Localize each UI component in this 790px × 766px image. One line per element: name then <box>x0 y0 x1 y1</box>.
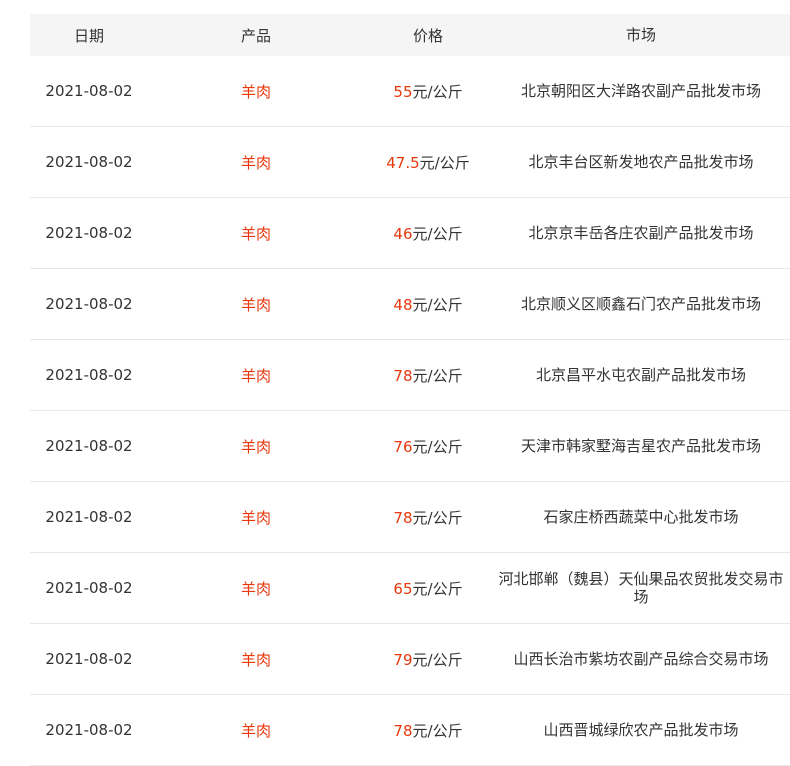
cell-product: 羊肉 <box>240 82 271 101</box>
price-unit: 元/公斤 <box>412 650 463 669</box>
cell-product: 羊肉 <box>240 508 271 527</box>
price-value: 79 <box>393 650 413 669</box>
price-unit: 元/公斤 <box>412 295 463 314</box>
cell-price: 65元/公斤 <box>364 578 492 599</box>
cell-market: 北京昌平水屯农副产品批发市场 <box>535 366 746 384</box>
price-value: 55 <box>393 82 413 101</box>
cell-date: 2021-08-02 <box>45 82 133 100</box>
cell-market: 山西晋城绿欣农产品批发市场 <box>543 721 739 739</box>
cell-product: 羊肉 <box>240 437 271 456</box>
cell-product: 羊肉 <box>240 295 271 314</box>
cell-product: 羊肉 <box>240 650 271 669</box>
cell-date: 2021-08-02 <box>45 153 133 171</box>
price-value: 47.5 <box>386 153 420 172</box>
cell-market: 河北邯郸（魏县）天仙果品农贸批发交易市场 <box>498 570 784 606</box>
price-unit: 元/公斤 <box>412 437 463 456</box>
cell-date: 2021-08-02 <box>45 437 133 455</box>
price-unit: 元/公斤 <box>412 508 463 527</box>
table-row: 2021-08-02 羊肉 78元/公斤 北京昌平水屯农副产品批发市场 <box>30 340 790 411</box>
price-unit: 元/公斤 <box>412 82 463 101</box>
header-date: 日期 <box>73 26 104 45</box>
cell-market: 北京顺义区顺鑫石门农产品批发市场 <box>520 295 761 313</box>
cell-price: 76元/公斤 <box>364 436 492 457</box>
cell-date: 2021-08-02 <box>45 295 133 313</box>
price-unit: 元/公斤 <box>412 721 463 740</box>
cell-product: 羊肉 <box>240 153 271 172</box>
price-unit: 元/公斤 <box>412 579 463 598</box>
price-value: 76 <box>393 437 413 456</box>
table-row: 2021-08-02 羊肉 78元/公斤 石家庄桥西蔬菜中心批发市场 <box>30 482 790 553</box>
table-row: 2021-08-02 羊肉 48元/公斤 北京顺义区顺鑫石门农产品批发市场 <box>30 269 790 340</box>
table-row: 2021-08-02 羊肉 65元/公斤 河北邯郸（魏县）天仙果品农贸批发交易市场 <box>30 553 790 624</box>
table-row: 2021-08-02 羊肉 79元/公斤 山西长治市紫坊农副产品综合交易市场 <box>30 624 790 695</box>
table-row: 2021-08-02 羊肉 46元/公斤 北京京丰岳各庄农副产品批发市场 <box>30 198 790 269</box>
price-value: 78 <box>393 366 413 385</box>
cell-date: 2021-08-02 <box>45 508 133 526</box>
header-product: 产品 <box>240 26 271 45</box>
price-value: 46 <box>393 224 413 243</box>
table-row: 2021-08-02 羊肉 55元/公斤 北京朝阳区大洋路农副产品批发市场 <box>30 56 790 127</box>
cell-price: 78元/公斤 <box>364 507 492 528</box>
header-price: 价格 <box>412 26 443 45</box>
price-unit: 元/公斤 <box>419 153 470 172</box>
price-unit: 元/公斤 <box>412 224 463 243</box>
cell-product: 羊肉 <box>240 721 271 740</box>
cell-product: 羊肉 <box>240 366 271 385</box>
cell-date: 2021-08-02 <box>45 650 133 668</box>
cell-product: 羊肉 <box>240 579 271 598</box>
cell-date: 2021-08-02 <box>45 366 133 384</box>
cell-product: 羊肉 <box>240 224 271 243</box>
price-value: 65 <box>393 579 413 598</box>
price-unit: 元/公斤 <box>412 366 463 385</box>
cell-market: 山西长治市紫坊农副产品综合交易市场 <box>513 650 769 668</box>
cell-price: 46元/公斤 <box>364 223 492 244</box>
cell-market: 北京朝阳区大洋路农副产品批发市场 <box>520 82 761 100</box>
table-row: 2021-08-02 羊肉 47.5元/公斤 北京丰台区新发地农产品批发市场 <box>30 127 790 198</box>
price-value: 78 <box>393 721 413 740</box>
price-value: 78 <box>393 508 413 527</box>
table-row: 2021-08-02 羊肉 76元/公斤 天津市韩家墅海吉星农产品批发市场 <box>30 411 790 482</box>
cell-price: 78元/公斤 <box>364 365 492 386</box>
cell-date: 2021-08-02 <box>45 224 133 242</box>
header-market: 市场 <box>625 26 656 44</box>
cell-market: 北京京丰岳各庄农副产品批发市场 <box>528 224 754 242</box>
cell-price: 47.5元/公斤 <box>364 152 492 173</box>
cell-price: 55元/公斤 <box>364 81 492 102</box>
cell-market: 天津市韩家墅海吉星农产品批发市场 <box>520 437 761 455</box>
cell-price: 79元/公斤 <box>364 649 492 670</box>
table-row: 2021-08-02 羊肉 78元/公斤 山西晋城绿欣农产品批发市场 <box>30 695 790 766</box>
price-table: 日期 产品 价格 市场 2021-08-02 羊肉 55元/公斤 北京朝阳区大洋路农副… <box>30 14 790 766</box>
cell-price: 48元/公斤 <box>364 294 492 315</box>
cell-date: 2021-08-02 <box>45 579 133 597</box>
cell-market: 石家庄桥西蔬菜中心批发市场 <box>543 508 739 526</box>
cell-date: 2021-08-02 <box>45 721 133 739</box>
table-body: 2021-08-02 羊肉 55元/公斤 北京朝阳区大洋路农副产品批发市场 2021-0… <box>30 56 790 766</box>
price-value: 48 <box>393 295 413 314</box>
cell-price: 78元/公斤 <box>364 720 492 741</box>
cell-market: 北京丰台区新发地农产品批发市场 <box>528 153 754 171</box>
table-header: 日期 产品 价格 市场 <box>30 14 790 56</box>
